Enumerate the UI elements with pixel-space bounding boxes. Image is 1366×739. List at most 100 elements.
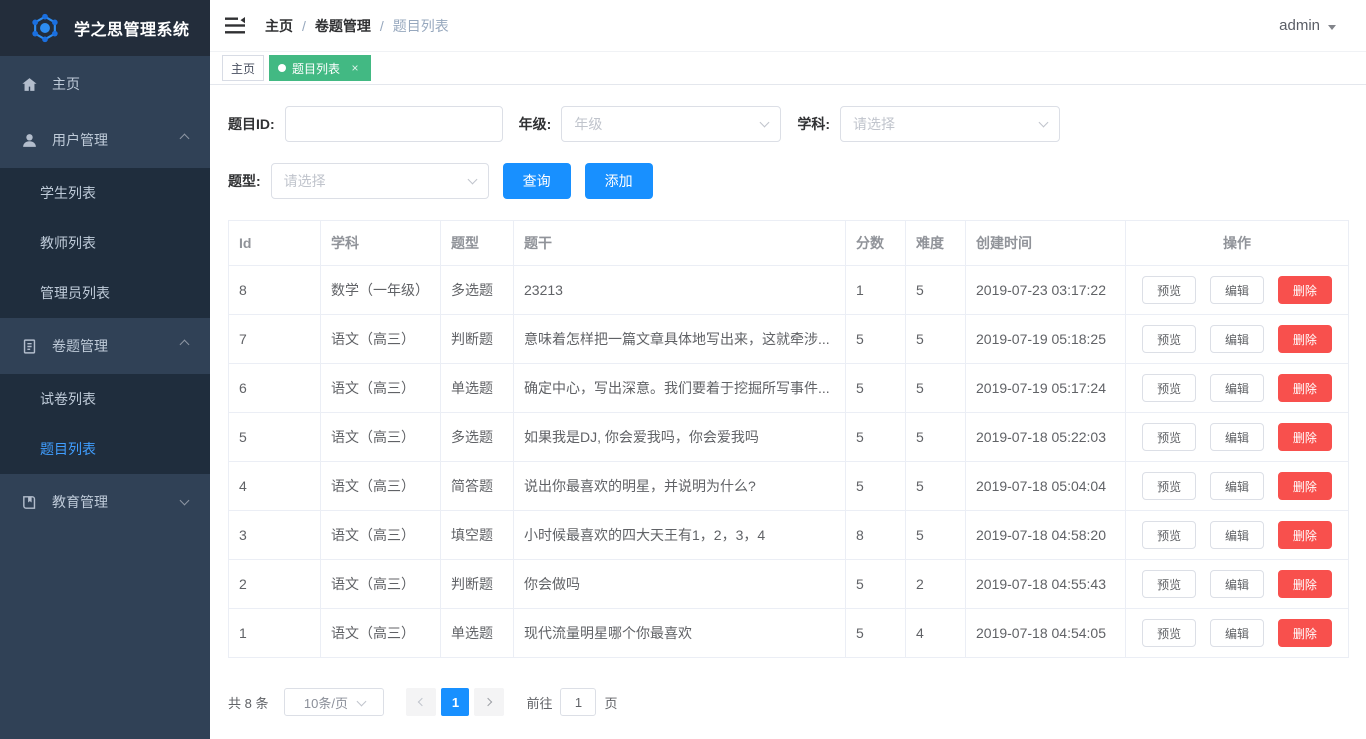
- tab-home[interactable]: 主页: [222, 55, 265, 81]
- cell-actions: 预览 编辑 删除: [1125, 314, 1349, 364]
- sidebar-item-teacher-list[interactable]: 教师列表: [0, 218, 210, 268]
- edit-button[interactable]: 编辑: [1209, 472, 1264, 500]
- edit-button[interactable]: 编辑: [1209, 276, 1264, 304]
- cell-type: 单选题: [440, 363, 514, 413]
- cell-id: 6: [228, 363, 321, 413]
- edit-button[interactable]: 编辑: [1209, 521, 1264, 549]
- edit-button[interactable]: 编辑: [1209, 374, 1264, 402]
- delete-button[interactable]: 删除: [1277, 325, 1332, 353]
- delete-button[interactable]: 删除: [1277, 472, 1332, 500]
- cell-type: 填空题: [440, 510, 514, 560]
- delete-button[interactable]: 删除: [1277, 423, 1332, 451]
- delete-button[interactable]: 删除: [1277, 570, 1332, 598]
- search-button[interactable]: 查询: [502, 163, 571, 199]
- question-type-select[interactable]: 请选择: [270, 163, 489, 199]
- prev-page-button[interactable]: [406, 688, 437, 716]
- cell-subject: 语文（高三）: [320, 412, 441, 462]
- sidebar-item-student-list[interactable]: 学生列表: [0, 168, 210, 218]
- edit-button[interactable]: 编辑: [1209, 423, 1264, 451]
- table-row: 5 语文（高三） 多选题 如果我是DJ, 你会爱我吗，你会爱我吗 5 5 201…: [228, 412, 1349, 462]
- table-row: 3 语文（高三） 填空题 小时候最喜欢的四大天王有1，2，3，4 8 5 201…: [228, 510, 1349, 560]
- sidebar-item-paper-management[interactable]: 卷题管理: [0, 318, 210, 374]
- user-menu[interactable]: admin: [1279, 17, 1336, 34]
- sidebar-item-home[interactable]: 主页: [0, 56, 210, 112]
- delete-button[interactable]: 删除: [1277, 619, 1332, 647]
- breadcrumb-home[interactable]: 主页: [265, 16, 293, 36]
- cell-difficulty: 5: [905, 461, 966, 511]
- preview-button[interactable]: 预览: [1142, 276, 1197, 304]
- cell-score: 5: [845, 314, 906, 364]
- question-id-input[interactable]: [284, 106, 503, 142]
- preview-button[interactable]: 预览: [1142, 472, 1197, 500]
- main-area: 主页 / 卷题管理 / 题目列表 admin 主页 题目列表 × 题目ID: 年…: [210, 0, 1366, 739]
- close-icon[interactable]: ×: [348, 61, 362, 75]
- edit-button[interactable]: 编辑: [1209, 619, 1264, 647]
- question-id-label: 题目ID:: [228, 116, 275, 132]
- cell-score: 8: [845, 510, 906, 560]
- cell-subject: 语文（高三）: [320, 363, 441, 413]
- cell-score: 1: [845, 265, 906, 315]
- goto-page-input[interactable]: [560, 688, 597, 716]
- edit-button[interactable]: 编辑: [1209, 570, 1264, 598]
- delete-button[interactable]: 删除: [1277, 521, 1332, 549]
- cell-created: 2019-07-18 05:22:03: [965, 412, 1126, 462]
- sidebar-item-label: 卷题管理: [52, 338, 108, 354]
- column-header-stem: 题干: [513, 220, 846, 266]
- cell-subject: 语文（高三）: [320, 559, 441, 609]
- delete-button[interactable]: 删除: [1277, 276, 1332, 304]
- cell-created: 2019-07-18 04:55:43: [965, 559, 1126, 609]
- chevron-right-icon: [484, 697, 493, 707]
- delete-button[interactable]: 删除: [1277, 374, 1332, 402]
- cell-difficulty: 5: [905, 265, 966, 315]
- cell-type: 多选题: [440, 265, 514, 315]
- preview-button[interactable]: 预览: [1142, 570, 1197, 598]
- column-header-score: 分数: [845, 220, 906, 266]
- cell-created: 2019-07-18 05:04:04: [965, 461, 1126, 511]
- cell-score: 5: [845, 461, 906, 511]
- cell-stem: 你会做吗: [513, 559, 846, 609]
- sidebar-item-label: 主页: [52, 76, 80, 92]
- sidebar-item-admin-list[interactable]: 管理员列表: [0, 268, 210, 318]
- chevron-up-icon: [179, 133, 190, 144]
- paper-management-submenu: 试卷列表 题目列表: [0, 374, 210, 474]
- add-button[interactable]: 添加: [584, 163, 653, 199]
- sidebar-item-user-management[interactable]: 用户管理: [0, 112, 210, 168]
- breadcrumb-paper-management[interactable]: 卷题管理: [315, 16, 371, 36]
- chevron-left-icon: [418, 697, 427, 707]
- chevron-up-icon: [179, 339, 190, 350]
- filter-row-1: 题目ID: 年级: 年级 学科: 请选择: [228, 106, 1348, 142]
- app-logo-icon: [28, 11, 62, 45]
- cell-stem: 说出你最喜欢的明星，并说明为什么?: [513, 461, 846, 511]
- next-page-button[interactable]: [474, 688, 505, 716]
- table-row: 6 语文（高三） 单选题 确定中心，写出深意。我们要着于挖掘所写事件... 5 …: [228, 363, 1349, 413]
- preview-button[interactable]: 预览: [1142, 521, 1197, 549]
- cell-actions: 预览 编辑 删除: [1125, 510, 1349, 560]
- cell-stem: 小时候最喜欢的四大天王有1，2，3，4: [513, 510, 846, 560]
- cell-difficulty: 5: [905, 363, 966, 413]
- page-number-button[interactable]: 1: [441, 688, 470, 716]
- grade-select[interactable]: 年级: [561, 106, 782, 142]
- preview-button[interactable]: 预览: [1142, 374, 1197, 402]
- cell-created: 2019-07-23 03:17:22: [965, 265, 1126, 315]
- preview-button[interactable]: 预览: [1142, 423, 1197, 451]
- cell-difficulty: 4: [905, 608, 966, 658]
- edit-button[interactable]: 编辑: [1209, 325, 1264, 353]
- breadcrumb: 主页 / 卷题管理 / 题目列表: [265, 16, 1279, 36]
- subject-select[interactable]: 请选择: [840, 106, 1061, 142]
- sidebar-item-education-management[interactable]: 教育管理: [0, 474, 210, 530]
- page-size-select[interactable]: 10条/页: [284, 688, 385, 716]
- scroll-icon: [20, 338, 38, 355]
- tab-question-list[interactable]: 题目列表 ×: [269, 55, 372, 81]
- collapse-sidebar-icon[interactable]: [225, 17, 245, 34]
- sidebar-item-question-list[interactable]: 题目列表: [0, 424, 210, 474]
- column-header-id: Id: [228, 220, 321, 266]
- chevron-down-icon: [759, 117, 770, 128]
- preview-button[interactable]: 预览: [1142, 619, 1197, 647]
- cell-id: 8: [228, 265, 321, 315]
- cell-created: 2019-07-18 04:58:20: [965, 510, 1126, 560]
- preview-button[interactable]: 预览: [1142, 325, 1197, 353]
- sidebar-item-label: 用户管理: [52, 132, 108, 148]
- cell-difficulty: 5: [905, 510, 966, 560]
- sidebar-item-exam-paper-list[interactable]: 试卷列表: [0, 374, 210, 424]
- cell-id: 5: [228, 412, 321, 462]
